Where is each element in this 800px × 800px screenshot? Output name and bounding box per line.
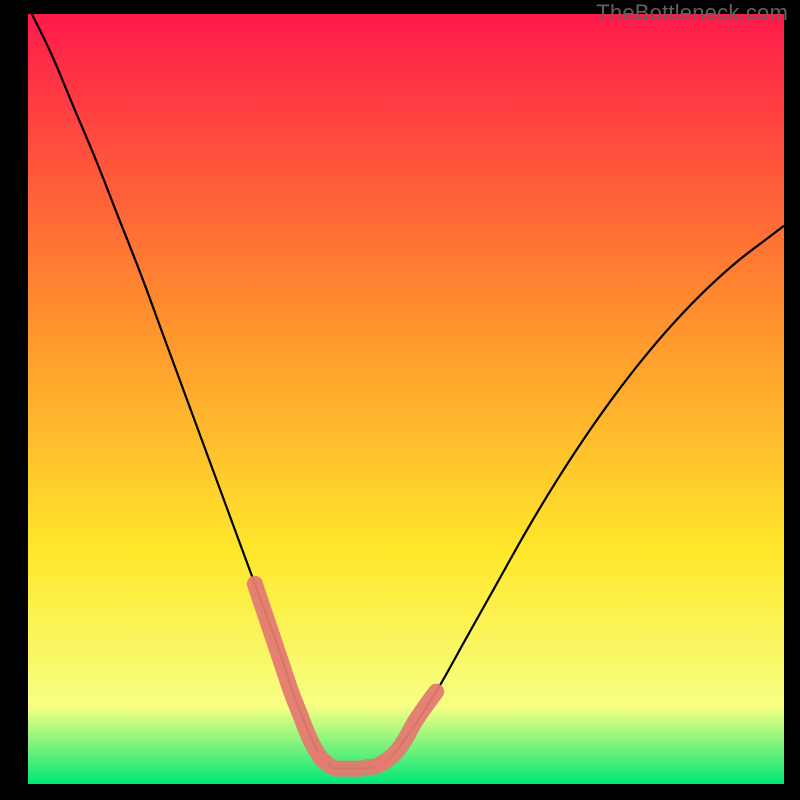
chart-stage: TheBottleneck.com — [0, 0, 800, 800]
valley-chart — [28, 14, 784, 784]
plot-area — [28, 14, 784, 784]
gradient-background — [28, 14, 784, 784]
watermark-text: TheBottleneck.com — [596, 0, 788, 26]
